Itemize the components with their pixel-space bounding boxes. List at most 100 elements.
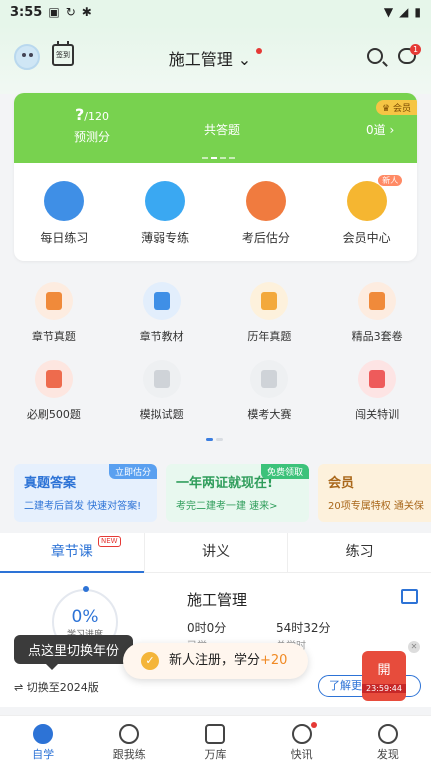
tab-0[interactable]: 章节课 NEW [0,533,144,573]
summary-card: ♛ 会员 ?/120 预测分 共答题 0道 › 每日练习 薄弱专练 考后估分 会员中心… [14,93,417,261]
toast-text: 新人注册，学分 [169,653,261,668]
countdown: 23:59:44 [362,684,406,693]
grid-item-label: 闯关特训 [355,408,400,421]
title-red-dot [256,48,263,54]
total-answered-value: 0道 › [366,121,394,138]
tab-label: 练习 [345,544,374,560]
tab-1[interactable]: 讲义 [143,533,288,572]
clock-icon [44,181,85,221]
grid-item-3[interactable]: 精品3套卷 [323,282,431,360]
grid-row: 必刷500题 模拟试题 模考大赛 闯关特训 [0,360,431,438]
chevron-down-icon: ⌄ [237,50,252,69]
blurred-icon [142,360,181,398]
vip-label: 会员 [392,104,411,114]
vip-tag: ♛ 会员 [376,100,417,115]
content-tabs: 章节课 NEW 讲义 练习 [0,533,431,573]
banner-subtitle: 20项专属特权 通关保 [328,501,424,512]
total-answered-label: 共答题 [204,123,241,137]
banner-title: 会员 [328,476,355,491]
bottom-nav: 自学 跟我练 万库 快讯 发现 [0,715,431,766]
study-icon [33,724,54,744]
grid-pager [206,438,223,441]
grid-item-6[interactable]: 模考大赛 [216,360,324,438]
grid-item-5[interactable]: 模拟试题 [108,360,216,438]
grid-item-label: 章节教材 [139,330,184,343]
grid-item-4[interactable]: 必刷500题 [0,360,108,438]
score-panel[interactable]: ♛ 会员 ?/120 预测分 共答题 0道 › [14,93,417,163]
quick-action-1[interactable]: 薄弱专练 [115,181,216,246]
quick-action-3[interactable]: 会员中心 新人 [316,175,417,246]
check-circle-icon [119,724,140,744]
status-time: 3:55 [10,4,43,20]
predict-value: ? [75,105,85,124]
search-icon[interactable] [367,48,383,64]
signal-icon: ◢ [399,5,409,19]
banner-tag: 免费领取 [260,464,309,479]
bug-icon: ✱ [81,5,92,19]
banner-tag: 立即估分 [108,464,157,479]
feature-grid: 章节真题 章节教材 历年真题 精品3套卷必刷500题 模拟试题 模考大赛 闯关特训 [0,282,431,438]
promo-banner-1[interactable]: 一年两证就现在! 考完二建考一建 速来> 免费领取 [166,464,309,522]
floating-promo[interactable]: 開 23:59:44 [362,651,406,701]
folder-icon [250,282,289,320]
total-time: 54时32分 [276,621,331,635]
quick-action-label: 会员中心 [342,231,391,245]
nav-label: 发现 [376,748,399,761]
grid-item-0[interactable]: 章节真题 [0,282,108,360]
chevron-right-icon: › [389,123,395,137]
quick-action-0[interactable]: 每日练习 [14,181,115,246]
top-header: 签到 施工管理 ⌄ 1 [0,24,431,94]
quick-action-2[interactable]: 考后估分 [216,181,317,246]
grid-item-label: 章节真题 [31,330,76,343]
crown-icon [346,181,387,221]
sync-icon: ↻ [65,5,76,19]
tab-label: 讲义 [201,544,230,560]
document-icon [358,282,397,320]
promo-banner-2[interactable]: 会员 20项专属特权 通关保 [318,464,431,522]
gear-book-icon [34,282,73,320]
nav-item-3[interactable]: 快讯 [259,716,345,766]
close-icon[interactable]: ✕ [408,641,420,653]
grid-item-label: 历年真题 [247,330,292,343]
crown-icon: ♛ [382,104,391,114]
quick-action-label: 考后估分 [241,231,290,245]
nav-item-2[interactable]: 万库 [172,716,258,766]
grid-item-1[interactable]: 章节教材 [108,282,216,360]
estimate-icon [245,181,286,221]
status-bar: 3:55 ▣ ↻ ✱ ▼ ◢ ▮ [0,0,431,24]
register-toast[interactable]: ✓ 新人注册，学分+20 [123,643,308,679]
switch-version-button[interactable]: ⇌ 切换至2024版 [14,679,99,695]
check-icon: ✓ [141,652,159,670]
grid-item-2[interactable]: 历年真题 [216,282,324,360]
new-badge: NEW [98,536,121,547]
total-value: 0道 [366,123,386,137]
book-500-icon [34,360,73,398]
toast-points: +20 [260,653,288,668]
tab-2[interactable]: 练习 [287,533,431,572]
battery-icon: ▮ [414,5,421,19]
predict-total: /120 [84,110,109,123]
shield-book-icon [142,282,181,320]
banner-subtitle: 二建考后首发 快速对答案! [24,501,142,512]
nav-label: 万库 [204,748,227,761]
download-icon[interactable] [401,589,418,604]
tab-label: 章节课 [50,544,93,560]
grid-item-7[interactable]: 闯关特训 [323,360,431,438]
quick-action-label: 薄弱专练 [141,231,190,245]
nav-item-1[interactable]: 跟我练 [86,716,172,766]
nav-item-0[interactable]: 自学 [0,716,86,766]
grid-item-label: 模拟试题 [139,408,184,421]
wifi-icon: ▼ [383,5,394,19]
target-icon [358,360,397,398]
nav-label: 跟我练 [112,748,146,761]
app-icon: ▣ [48,5,60,19]
studied-time: 0时0分 [187,621,227,635]
predict-score: ?/120 预测分 [74,105,110,145]
compass-icon [377,724,398,744]
grid-item-label: 模考大赛 [247,408,292,421]
nav-item-4[interactable]: 发现 [345,716,431,766]
nav-red-dot [310,722,317,728]
promo-banner-0[interactable]: 真题答案 二建考后首发 快速对答案! 立即估分 [14,464,157,522]
predict-label: 预测分 [74,130,111,144]
course-title[interactable]: 施工管理 [187,589,247,610]
